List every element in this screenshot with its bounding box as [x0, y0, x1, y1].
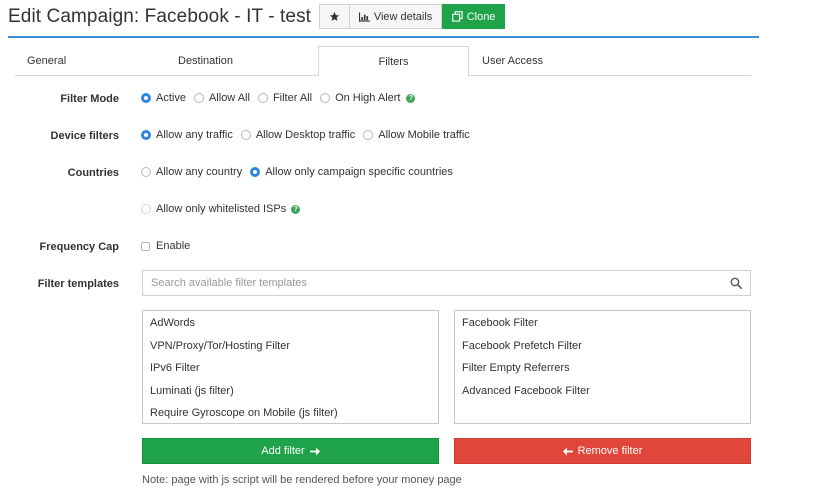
help-icon[interactable]: ? — [291, 204, 301, 214]
device-allow-any[interactable]: Allow any traffic — [141, 129, 233, 141]
option-label: Filter All — [272, 92, 313, 104]
header-divider — [8, 36, 759, 38]
tab-general[interactable]: General — [27, 46, 66, 76]
isp-whitelisted-option[interactable]: Allow only whitelisted ISPs? — [141, 203, 301, 215]
remove-filter-button[interactable]: Remove filter — [454, 438, 751, 464]
radio-unchecked[interactable] — [257, 93, 268, 103]
option-label: Allow any country — [156, 166, 243, 178]
list-item[interactable]: Facebook Prefetch Filter — [455, 339, 750, 362]
radio-unchecked[interactable] — [193, 93, 204, 103]
enable-checkbox[interactable] — [141, 241, 150, 251]
option-label: Allow All — [208, 92, 250, 104]
filter-mode-allow-all[interactable]: Allow All — [193, 92, 250, 104]
frequency-cap-group: Enable — [141, 240, 198, 252]
option-label: Allow only whitelisted ISPs — [156, 203, 287, 215]
page-header: Edit Campaign: Facebook - IT - test View… — [8, 4, 506, 29]
radio-checked[interactable] — [141, 93, 151, 103]
list-item[interactable]: Require Gyroscope on Mobile (js filter) — [143, 406, 438, 429]
option-label: Allow any traffic — [156, 129, 233, 141]
list-item[interactable]: IPv6 Filter — [143, 361, 438, 384]
clone-button[interactable]: Clone — [442, 4, 506, 29]
view-details-label: View details — [373, 10, 433, 23]
radio-unchecked[interactable] — [363, 130, 374, 140]
frequency-cap-enable[interactable]: Enable — [141, 240, 190, 252]
filter-mode-group: Active Allow All Filter All On High Aler… — [141, 92, 416, 104]
radio-checked[interactable] — [141, 130, 151, 140]
list-item[interactable]: Luminati (js filter) — [143, 384, 438, 407]
device-filters-group: Allow any traffic Allow Desktop traffic … — [141, 129, 478, 141]
option-label: Allow Desktop traffic — [255, 129, 356, 141]
option-label: Enable — [156, 240, 191, 252]
device-allow-desktop[interactable]: Allow Desktop traffic — [240, 129, 356, 141]
tab-filters[interactable]: Filters — [318, 46, 469, 77]
countries-label: Countries — [67, 167, 119, 179]
radio-unchecked[interactable] — [141, 204, 151, 214]
option-label: Active — [156, 92, 186, 104]
selected-filters-list[interactable]: Facebook Filter Facebook Prefetch Filter… — [454, 310, 751, 424]
option-label: Allow Mobile traffic — [378, 129, 470, 141]
frequency-cap-label: Frequency Cap — [39, 241, 119, 253]
filter-mode-high-alert[interactable]: On High Alert? — [320, 92, 416, 104]
option-label: On High Alert — [335, 92, 401, 104]
add-filter-button[interactable]: Add filter — [142, 438, 439, 464]
radio-unchecked[interactable] — [320, 93, 331, 103]
favorite-button[interactable] — [319, 4, 351, 29]
available-filters-list[interactable]: AdWords VPN/Proxy/Tor/Hosting Filter IPv… — [142, 310, 439, 424]
js-filter-note: Note: page with js script will be render… — [142, 474, 462, 486]
search-input[interactable] — [143, 271, 703, 295]
add-filter-label: Add filter — [261, 445, 305, 457]
page-title: Edit Campaign: Facebook - IT - test — [8, 5, 312, 27]
star-icon — [329, 11, 340, 21]
option-label: Allow only campaign specific countries — [265, 166, 453, 178]
countries-allow-any[interactable]: Allow any country — [141, 166, 242, 178]
tab-destination[interactable]: Destination — [178, 46, 233, 76]
radio-unchecked[interactable] — [240, 130, 251, 140]
device-filters-label: Device filters — [50, 130, 119, 142]
isp-group: Allow only whitelisted ISPs? — [141, 203, 308, 215]
list-item[interactable]: VPN/Proxy/Tor/Hosting Filter — [143, 339, 438, 362]
filter-templates-label: Filter templates — [37, 278, 119, 290]
remove-filter-label: Remove filter — [577, 445, 643, 457]
filter-mode-label: Filter Mode — [60, 93, 119, 105]
countries-campaign-specific[interactable]: Allow only campaign specific countries — [250, 166, 453, 178]
device-allow-mobile[interactable]: Allow Mobile traffic — [363, 129, 470, 141]
radio-unchecked[interactable] — [141, 167, 151, 177]
list-item[interactable]: Advanced Facebook Filter — [455, 384, 750, 407]
bar-chart-icon — [358, 11, 370, 22]
tab-bar: General Destination Filters User Access — [15, 46, 751, 77]
copy-icon — [451, 11, 463, 22]
arrow-left-icon — [562, 447, 573, 455]
radio-checked[interactable] — [250, 167, 261, 177]
list-item[interactable]: AdWords — [143, 316, 438, 339]
view-details-button[interactable]: View details — [350, 4, 443, 29]
countries-group: Allow any country Allow only campaign sp… — [141, 166, 461, 178]
filter-template-search — [142, 270, 751, 296]
list-item[interactable]: Filter Empty Referrers — [455, 361, 750, 384]
help-icon[interactable]: ? — [406, 93, 416, 103]
clone-label: Clone — [466, 10, 496, 23]
filter-mode-filter-all[interactable]: Filter All — [257, 92, 313, 104]
list-item[interactable]: Facebook Filter — [455, 316, 750, 339]
filter-mode-active[interactable]: Active — [141, 92, 186, 104]
arrow-right-icon — [309, 447, 320, 455]
tab-user-access[interactable]: User Access — [482, 46, 543, 76]
search-icon[interactable] — [730, 277, 742, 289]
